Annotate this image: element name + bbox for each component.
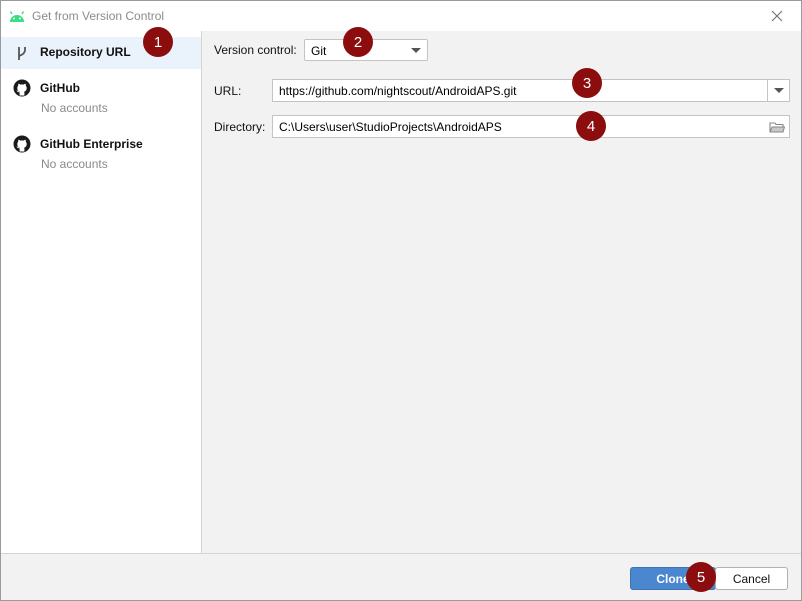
sidebar-item-label: GitHub — [40, 81, 80, 95]
annotation-badge: 3 — [572, 68, 602, 98]
chevron-down-icon — [774, 88, 784, 93]
title-bar: Get from Version Control — [1, 1, 801, 31]
github-icon — [13, 79, 31, 97]
sidebar-item-label: Repository URL — [40, 45, 131, 59]
sidebar-item-github[interactable]: GitHub No accounts — [1, 77, 201, 121]
chevron-down-icon — [411, 48, 421, 53]
android-icon — [9, 9, 25, 23]
cancel-button[interactable]: Cancel — [715, 567, 788, 590]
directory-input[interactable]: C:\Users\user\StudioProjects\AndroidAPS — [272, 115, 790, 138]
dialog-footer: Clone Cancel — [1, 553, 801, 600]
clone-button-label: Clone — [656, 571, 690, 586]
url-value: https://github.com/nightscout/AndroidAPS… — [279, 84, 517, 98]
source-sidebar: Repository URL GitHub No accounts GitHub… — [1, 31, 202, 553]
url-label: URL: — [214, 84, 242, 98]
window-title: Get from Version Control — [32, 9, 165, 23]
close-icon[interactable] — [767, 7, 787, 25]
cancel-button-label: Cancel — [732, 571, 771, 586]
directory-label: Directory: — [214, 120, 266, 134]
github-icon — [13, 135, 31, 153]
url-history-dropdown[interactable] — [767, 80, 789, 101]
sidebar-item-status: No accounts — [41, 157, 108, 171]
annotation-badge: 4 — [576, 111, 606, 141]
annotation-badge: 1 — [143, 27, 173, 57]
dialog-window: Get from Version Control Repository URL — [0, 0, 802, 601]
version-control-label: Version control: — [214, 43, 297, 57]
branch-icon — [13, 44, 31, 62]
annotation-badge: 5 — [686, 562, 716, 592]
version-control-value: Git — [311, 44, 327, 58]
main-panel: Version control: Git URL: https://github… — [203, 31, 801, 553]
sidebar-item-label: GitHub Enterprise — [40, 137, 143, 151]
sidebar-item-github-enterprise[interactable]: GitHub Enterprise No accounts — [1, 133, 201, 177]
sidebar-item-status: No accounts — [41, 101, 108, 115]
url-input[interactable]: https://github.com/nightscout/AndroidAPS… — [272, 79, 790, 102]
directory-value: C:\Users\user\StudioProjects\AndroidAPS — [279, 120, 502, 134]
annotation-badge: 2 — [343, 27, 373, 57]
folder-icon[interactable] — [769, 119, 786, 135]
